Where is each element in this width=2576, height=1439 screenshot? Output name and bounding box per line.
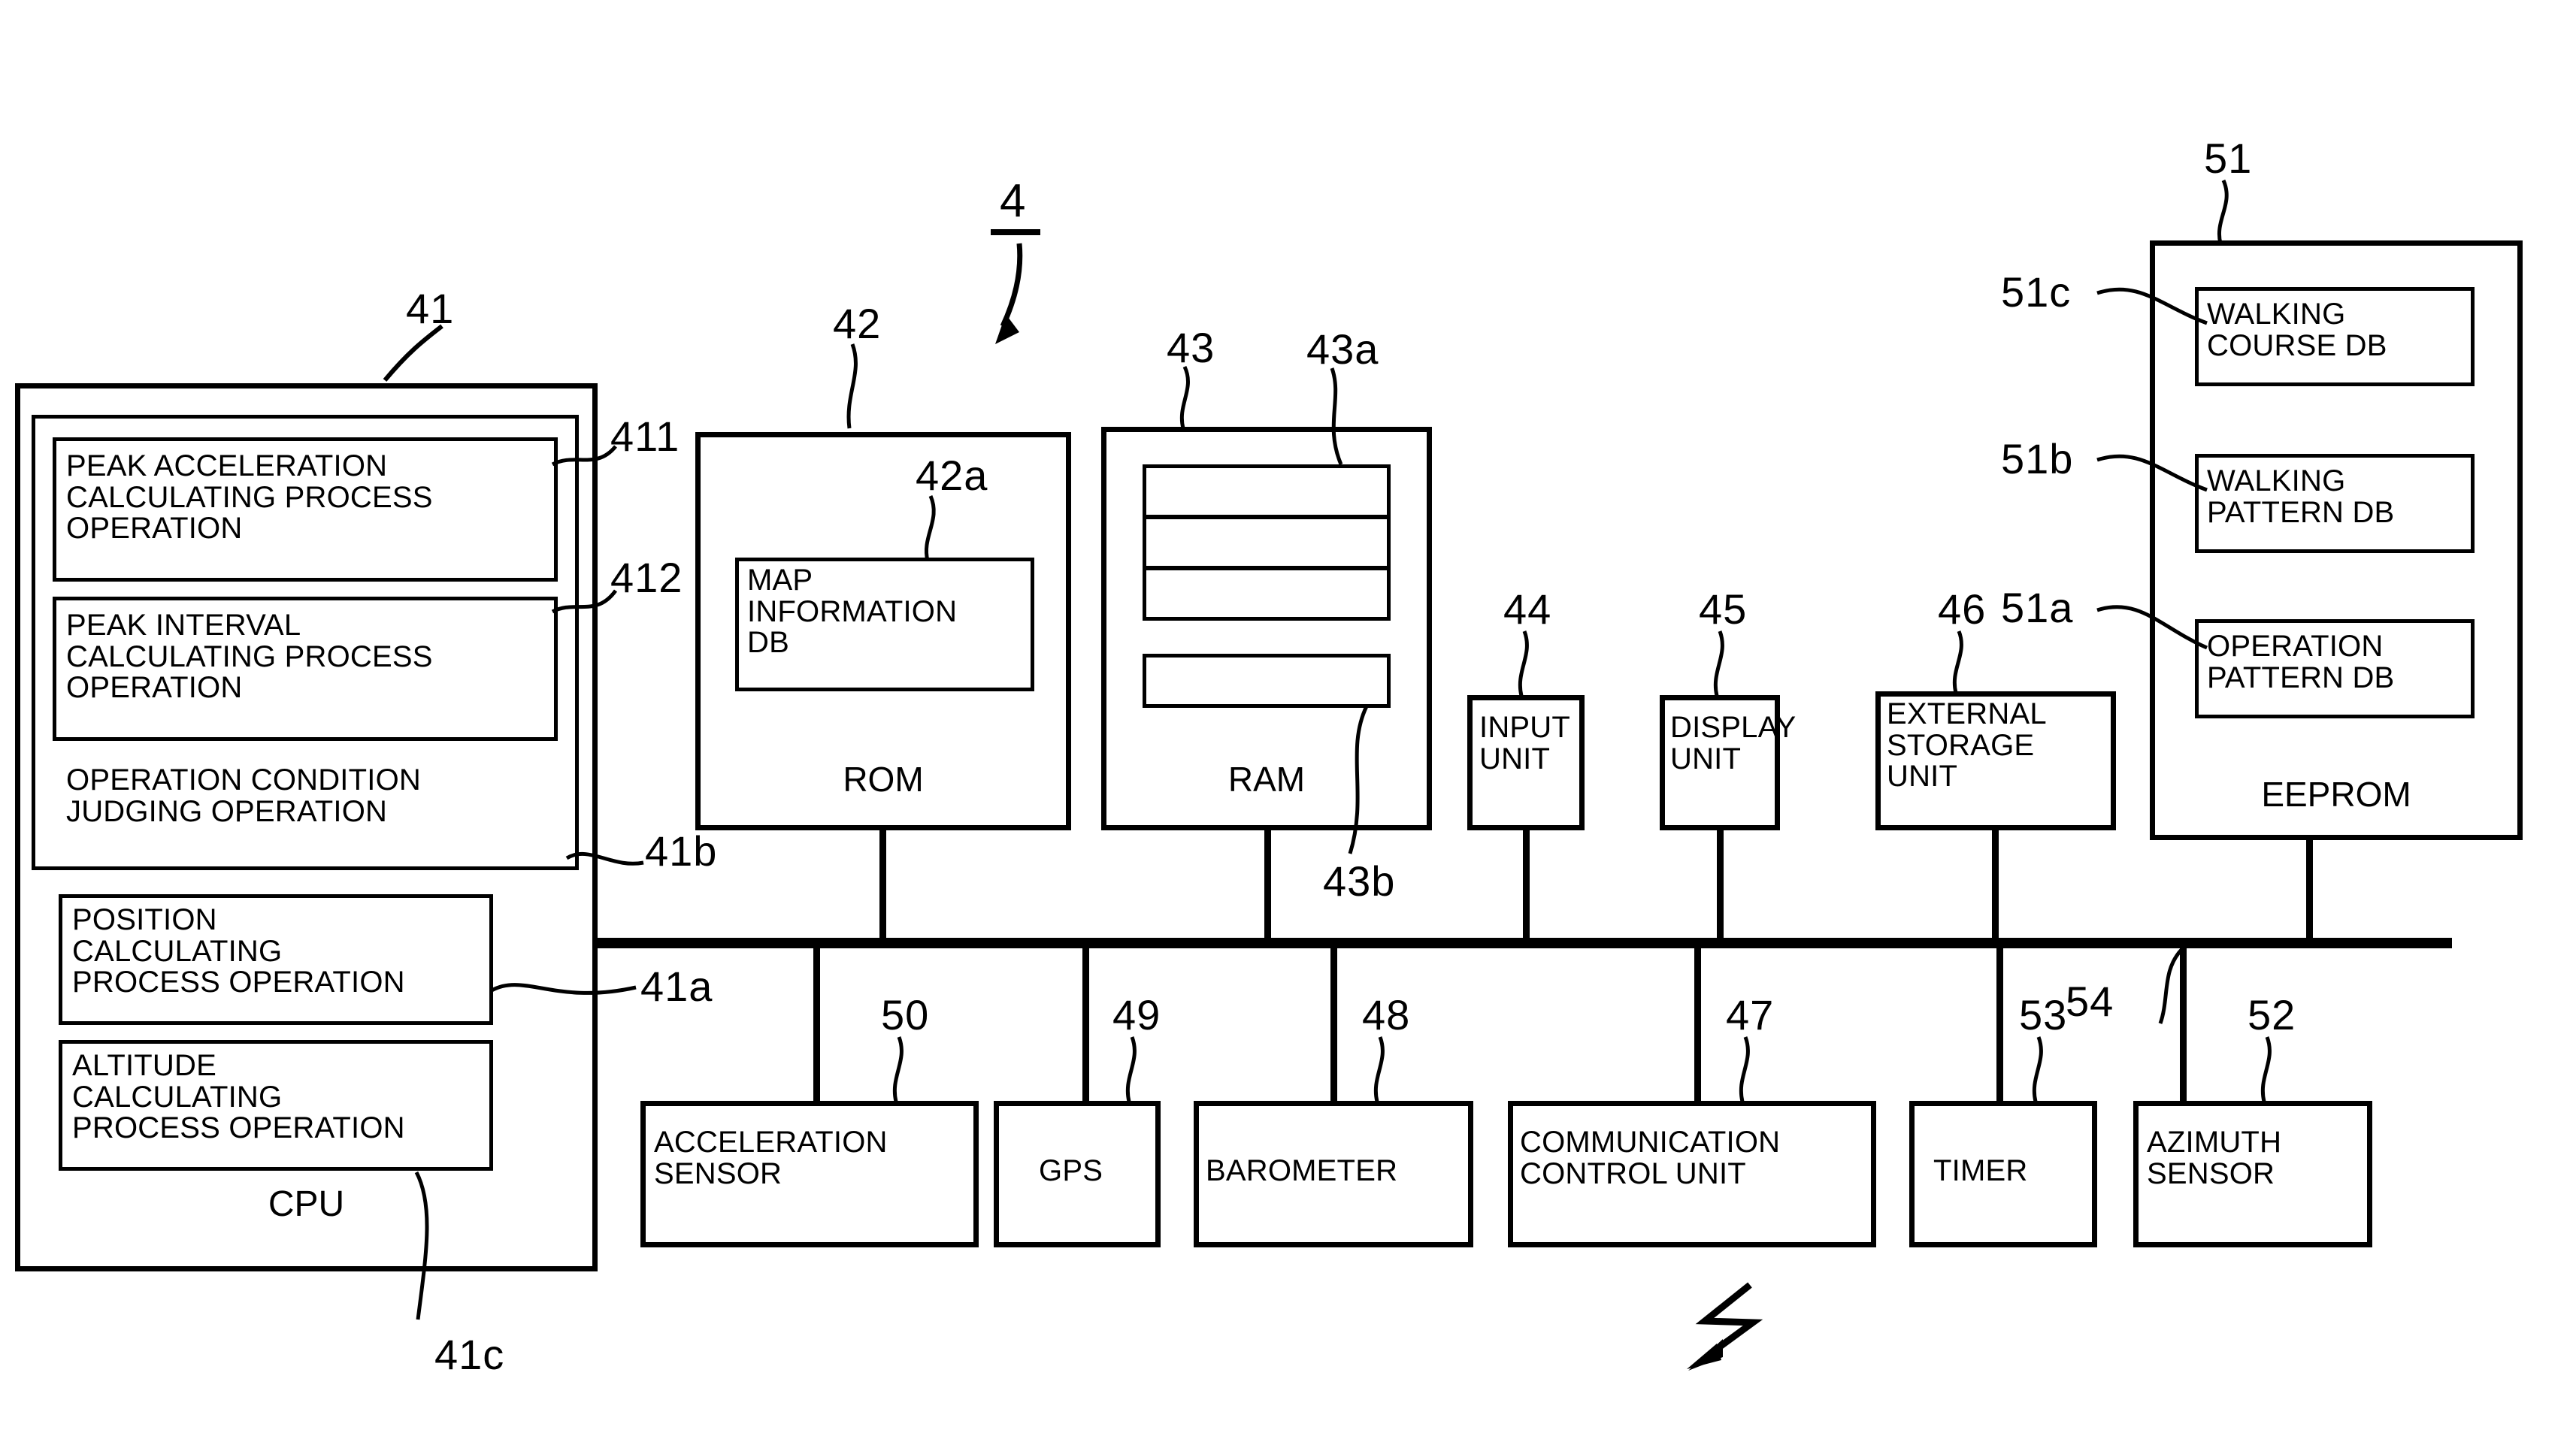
rom-leader-line <box>846 343 858 429</box>
ram-bus-connector <box>1264 829 1271 940</box>
ram-stack-row <box>1143 567 1391 621</box>
barometer-bus-connector <box>1330 947 1337 1103</box>
eeprom-reference-numeral: 51 <box>2204 135 2253 182</box>
rom-bus-connector <box>879 829 886 940</box>
ram-bottom-row-reference-numeral: 43b <box>1323 857 1396 905</box>
rom-reference-numeral: 42 <box>833 300 882 347</box>
cpu-title: CPU <box>268 1184 345 1224</box>
operation-pattern-db-label: OPERATION PATTERN DB <box>2207 630 2395 694</box>
altitude-calculating-reference-numeral: 41c <box>434 1331 505 1378</box>
input-unit-leader-line <box>1518 630 1529 697</box>
external-storage-unit-leader-line <box>1952 630 1963 694</box>
input-unit-label: INPUT UNIT <box>1479 711 1570 775</box>
gps-reference-numeral: 49 <box>1112 991 1161 1038</box>
map-information-db-label: MAP INFORMATION DB <box>747 564 958 660</box>
azimuth-sensor-bus-connector <box>2180 947 2187 1103</box>
display-unit-label: DISPLAY UNIT <box>1670 711 1797 775</box>
eeprom-title: EEPROM <box>2261 775 2411 814</box>
display-unit-leader-line <box>1713 630 1724 697</box>
communication-control-unit-label: COMMUNICATION CONTROL UNIT <box>1520 1126 1781 1190</box>
peak-acceleration-label: PEAK ACCELERATION CALCULATING PROCESS OP… <box>66 449 433 546</box>
ram-bottom-row <box>1143 654 1391 708</box>
figure-reference-underline <box>991 229 1040 235</box>
operation-pattern-db-reference-numeral: 51a <box>2001 584 2074 631</box>
ram-stack-row <box>1143 515 1391 570</box>
ram-reference-numeral: 43 <box>1167 324 1215 371</box>
patent-block-diagram: 4 41 CPU PEAK ACCELERATION CALCULATING P… <box>0 0 2576 1439</box>
communication-control-unit-bus-connector <box>1694 947 1701 1103</box>
acceleration-sensor-bus-connector <box>813 947 820 1103</box>
display-unit-bus-connector <box>1717 829 1724 940</box>
external-storage-unit-bus-connector <box>1992 829 1999 940</box>
input-unit-bus-connector <box>1523 829 1530 940</box>
peak-acceleration-reference-numeral: 411 <box>610 413 680 460</box>
timer-leader-line <box>2032 1036 2043 1102</box>
altitude-calculating-label: ALTITUDE CALCULATING PROCESS OPERATION <box>72 1049 405 1145</box>
timer-reference-numeral: 53 <box>2019 991 2068 1038</box>
figure-reference-numeral: 4 <box>1000 175 1027 227</box>
communication-control-unit-leader-line <box>1739 1036 1750 1102</box>
lightning-arrow-icon <box>1687 1282 1763 1371</box>
bus-reference-numeral: 54 <box>2066 978 2114 1025</box>
acceleration-sensor-reference-numeral: 50 <box>881 991 930 1038</box>
timer-label: TIMER <box>1933 1154 2028 1187</box>
operation-condition-judging-label: OPERATION CONDITION JUDGING OPERATION <box>66 763 421 828</box>
map-information-db-reference-numeral: 42a <box>916 452 988 499</box>
position-calculating-reference-numeral: 41a <box>640 963 713 1010</box>
external-storage-unit-label: EXTERNAL STORAGE UNIT <box>1887 697 2047 794</box>
azimuth-sensor-leader-line <box>2260 1036 2272 1102</box>
display-unit-reference-numeral: 45 <box>1699 585 1748 633</box>
walking-course-db-label: WALKING COURSE DB <box>2207 298 2387 362</box>
barometer-reference-numeral: 48 <box>1362 991 1411 1038</box>
ram-leader-line <box>1179 365 1190 429</box>
cpu-leader-line <box>383 324 443 382</box>
ram-title: RAM <box>1227 760 1306 799</box>
azimuth-sensor-reference-numeral: 52 <box>2248 991 2296 1038</box>
gps-bus-connector <box>1082 947 1089 1103</box>
gps-label: GPS <box>1039 1154 1103 1187</box>
walking-pattern-db-reference-numeral: 51b <box>2001 435 2074 482</box>
cpu-reference-numeral: 41 <box>406 285 455 332</box>
barometer-leader-line <box>1373 1036 1385 1102</box>
peak-interval-reference-numeral: 412 <box>610 554 683 601</box>
eeprom-bus-connector <box>2306 839 2313 941</box>
cpu-operation-group-reference-numeral: 41b <box>645 827 718 875</box>
external-storage-unit-reference-numeral: 46 <box>1938 585 1987 633</box>
position-calculating-label: POSITION CALCULATING PROCESS OPERATION <box>72 903 405 999</box>
figure-reference-arrow <box>995 243 1023 344</box>
gps-leader-line <box>1125 1036 1137 1102</box>
ram-stack-reference-numeral: 43a <box>1306 325 1379 373</box>
timer-bus-connector <box>1996 947 2003 1103</box>
rom-title: ROM <box>843 760 924 799</box>
peak-interval-label: PEAK INTERVAL CALCULATING PROCESS OPERAT… <box>66 609 433 705</box>
communication-control-unit-reference-numeral: 47 <box>1726 991 1775 1038</box>
acceleration-sensor-label: ACCELERATION SENSOR <box>654 1126 888 1190</box>
walking-pattern-db-label: WALKING PATTERN DB <box>2207 464 2395 529</box>
walking-course-db-reference-numeral: 51c <box>2001 268 2072 316</box>
azimuth-sensor-label: AZIMUTH SENSOR <box>2147 1126 2282 1190</box>
eeprom-leader-line <box>2217 180 2229 244</box>
input-unit-reference-numeral: 44 <box>1503 585 1552 633</box>
acceleration-sensor-leader-line <box>892 1036 904 1102</box>
barometer-label: BAROMETER <box>1206 1154 1398 1187</box>
ram-stack-row <box>1143 464 1391 518</box>
